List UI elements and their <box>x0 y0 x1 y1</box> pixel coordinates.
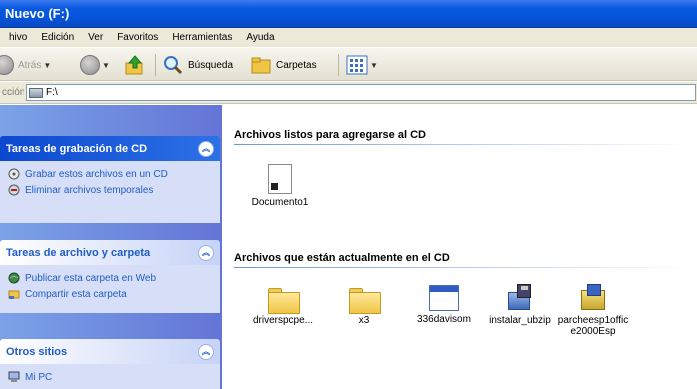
my-computer-link[interactable]: Mi PC <box>8 369 212 385</box>
file-item[interactable]: x3 <box>327 288 401 326</box>
burn-cd-icon <box>8 168 20 180</box>
oncd-group-heading: Archivos que están actualmente en el CD <box>234 252 450 264</box>
collapse-chevron-icon[interactable]: ︽ <box>198 343 214 360</box>
forward-button[interactable]: ▼ <box>80 55 110 75</box>
task-pane: Tareas de grabación de CD ︽ Grabar estos… <box>0 105 222 389</box>
views-dropdown-icon: ▼ <box>370 60 378 70</box>
address-label: cción <box>2 87 24 98</box>
ready-group-heading: Archivos listos para agregarse al CD <box>234 129 426 141</box>
views-button[interactable]: ▼ <box>346 55 378 75</box>
delete-temp-icon <box>8 184 20 196</box>
folders-button[interactable]: Carpetas <box>250 55 317 75</box>
other-places-panel: Otros sitios ︽ Mi PC <box>0 339 220 389</box>
file-item[interactable]: 336davisom <box>407 285 481 325</box>
file-tasks-body: Publicar esta carpeta en Web Compartir e… <box>0 265 220 313</box>
other-places-title: Otros sitios <box>6 345 68 358</box>
file-tasks-panel: Tareas de archivo y carpeta ︽ Publicar e… <box>0 240 220 313</box>
file-name: x3 <box>358 315 370 326</box>
share-folder-icon <box>8 290 20 299</box>
my-computer-label: Mi PC <box>25 371 53 383</box>
toolbar: Atrás ▼ ▼ Búsqueda Carpetas ▼ <box>0 48 697 81</box>
folders-label: Carpetas <box>276 59 317 71</box>
collapse-chevron-icon[interactable]: ︽ <box>198 244 214 261</box>
back-button[interactable]: Atrás ▼ <box>0 55 51 75</box>
document-icon <box>268 164 292 194</box>
toolbar-separator <box>155 54 156 76</box>
cd-tasks-header[interactable]: Tareas de grabación de CD ︽ <box>0 136 220 161</box>
installer-icon <box>505 284 535 312</box>
file-list-pane: Archivos listos para agregarse al CD Doc… <box>222 105 697 389</box>
other-places-body: Mi PC <box>0 364 220 389</box>
menu-tools[interactable]: Herramientas <box>165 32 239 43</box>
file-tasks-header[interactable]: Tareas de archivo y carpeta ︽ <box>0 240 220 265</box>
menu-file[interactable]: hivo <box>2 32 34 43</box>
up-folder-icon <box>125 55 143 75</box>
cd-tasks-panel: Tareas de grabación de CD ︽ Grabar estos… <box>0 136 220 223</box>
file-item[interactable]: driverspcpe... <box>246 288 320 326</box>
setup-icon <box>578 284 608 312</box>
globe-icon <box>8 272 20 284</box>
share-folder-task[interactable]: Compartir esta carpeta <box>8 286 212 302</box>
back-dropdown-icon: ▼ <box>43 60 52 70</box>
other-places-header[interactable]: Otros sitios ︽ <box>0 339 220 364</box>
views-icon <box>346 55 368 75</box>
window-app-icon <box>429 285 459 311</box>
burn-cd-task[interactable]: Grabar estos archivos en un CD <box>8 166 212 182</box>
cd-tasks-body: Grabar estos archivos en un CD Eliminar … <box>0 161 220 223</box>
forward-dropdown-icon: ▼ <box>102 60 110 70</box>
burn-cd-label: Grabar estos archivos en un CD <box>25 168 168 180</box>
search-icon <box>164 56 183 75</box>
file-item[interactable]: Documento1 <box>243 164 317 208</box>
search-button[interactable]: Búsqueda <box>162 55 233 75</box>
search-label: Búsqueda <box>188 59 234 71</box>
computer-icon <box>8 371 20 382</box>
menu-bar: hivo Edición Ver Favoritos Herramientas … <box>0 28 697 48</box>
back-arrow-icon <box>0 55 14 75</box>
folders-icon <box>251 57 271 74</box>
folder-icon <box>349 288 381 314</box>
title-bar: Nuevo (F:) <box>0 0 697 28</box>
menu-help[interactable]: Ayuda <box>239 32 281 43</box>
file-name: 336davisom <box>417 314 471 325</box>
file-name: parcheesp1offic e2000Esp <box>557 315 629 337</box>
menu-view[interactable]: Ver <box>81 32 110 43</box>
address-bar: cción F:\ <box>0 82 697 104</box>
address-input[interactable]: F:\ <box>26 84 696 101</box>
menu-edit[interactable]: Edición <box>34 32 81 43</box>
file-item[interactable]: instalar_ubzip <box>483 284 557 326</box>
delete-temp-label: Eliminar archivos temporales <box>25 184 154 196</box>
address-path: F:\ <box>46 87 58 98</box>
back-label: Atrás <box>18 59 42 71</box>
file-name: instalar_ubzip <box>489 315 551 326</box>
file-item[interactable]: parcheesp1offic e2000Esp <box>556 284 630 337</box>
cd-tasks-title: Tareas de grabación de CD <box>6 142 148 155</box>
delete-temp-files-task[interactable]: Eliminar archivos temporales <box>8 182 212 198</box>
window-title: Nuevo (F:) <box>5 6 70 21</box>
up-folder-button[interactable] <box>124 55 146 75</box>
publish-folder-task[interactable]: Publicar esta carpeta en Web <box>8 270 212 286</box>
menu-favorites[interactable]: Favoritos <box>110 32 165 43</box>
ready-group-divider <box>234 144 694 145</box>
file-name: driverspcpe... <box>252 315 314 326</box>
file-tasks-title: Tareas de archivo y carpeta <box>6 246 151 259</box>
oncd-group-divider <box>234 267 694 268</box>
publish-folder-label: Publicar esta carpeta en Web <box>25 272 157 284</box>
drive-icon <box>29 87 43 98</box>
file-name: Documento1 <box>251 197 309 208</box>
forward-arrow-icon <box>80 55 100 75</box>
folder-icon <box>268 288 300 314</box>
share-folder-label: Compartir esta carpeta <box>25 288 127 300</box>
toolbar-separator <box>338 54 339 76</box>
collapse-chevron-icon[interactable]: ︽ <box>198 140 214 157</box>
